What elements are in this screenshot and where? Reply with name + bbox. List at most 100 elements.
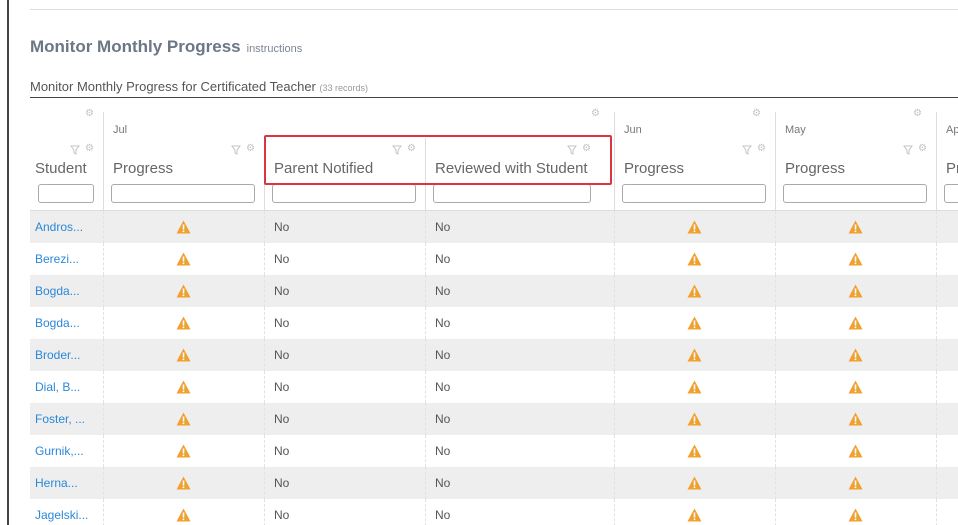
reviewed-with-student-cell[interactable]: No: [435, 499, 450, 525]
cell-separator: [936, 371, 937, 403]
table-row: Foster, ... No No: [30, 403, 958, 435]
column-settings-gear-icon[interactable]: ⚙: [918, 144, 927, 154]
filter-icon[interactable]: [70, 145, 80, 155]
parent-notified-cell[interactable]: No: [274, 339, 289, 371]
student-name-link[interactable]: Dial, B...: [35, 371, 80, 403]
filter-icon[interactable]: [231, 145, 241, 155]
warning-triangle-icon: [848, 380, 863, 394]
parent-notified-cell[interactable]: No: [274, 307, 289, 339]
table-row: Bogda... No No: [30, 275, 958, 307]
group-settings-gear-icon[interactable]: ⚙: [591, 109, 600, 119]
parent-notified-cell[interactable]: No: [274, 467, 289, 499]
student-name-link[interactable]: Bogda...: [35, 275, 80, 307]
warning-triangle-icon: [687, 348, 702, 362]
cell-separator: [936, 211, 937, 243]
cell-separator: [103, 499, 104, 525]
reviewed-with-student-cell[interactable]: No: [435, 371, 450, 403]
parent-notified-cell[interactable]: No: [274, 499, 289, 525]
warning-triangle-icon: [848, 412, 863, 426]
column-filter-input[interactable]: [272, 184, 416, 203]
parent-notified-cell[interactable]: No: [274, 403, 289, 435]
cell-separator: [936, 243, 937, 275]
record-count: (33 records): [319, 83, 369, 93]
warning-triangle-icon: [176, 380, 191, 394]
column-header-label[interactable]: Progress: [113, 160, 173, 177]
cell-separator: [425, 243, 426, 275]
instructions-link[interactable]: instructions: [247, 43, 303, 55]
parent-notified-cell[interactable]: No: [274, 211, 289, 243]
parent-notified-cell[interactable]: No: [274, 243, 289, 275]
month-group-label: Jun: [624, 124, 642, 136]
student-name-link[interactable]: Gurnik,...: [35, 435, 84, 467]
reviewed-with-student-cell[interactable]: No: [435, 435, 450, 467]
group-settings-gear-icon[interactable]: ⚙: [752, 109, 761, 119]
student-name-link[interactable]: Jagelski...: [35, 499, 88, 525]
column-separator: [103, 138, 104, 210]
page-title: Monitor Monthly Progress instructions: [30, 37, 302, 57]
filter-icon[interactable]: [742, 145, 752, 155]
group-settings-gear-icon[interactable]: ⚙: [85, 109, 94, 119]
table-row: Andros... No No: [30, 211, 958, 243]
column-header-label[interactable]: Student: [35, 160, 87, 177]
parent-notified-cell[interactable]: No: [274, 371, 289, 403]
cell-separator: [264, 467, 265, 499]
reviewed-with-student-cell[interactable]: No: [435, 467, 450, 499]
column-header-label[interactable]: Progress: [785, 160, 845, 177]
student-name-link[interactable]: Andros...: [35, 211, 83, 243]
parent-notified-cell[interactable]: No: [274, 435, 289, 467]
filter-icon[interactable]: [903, 145, 913, 155]
reviewed-with-student-cell[interactable]: No: [435, 307, 450, 339]
page-title-text: Monitor Monthly Progress: [30, 37, 241, 56]
column-settings-gear-icon[interactable]: ⚙: [246, 144, 255, 154]
warning-triangle-icon: [176, 412, 191, 426]
reviewed-with-student-cell[interactable]: No: [435, 339, 450, 371]
cell-separator: [103, 339, 104, 371]
column-filter-input[interactable]: [944, 184, 958, 203]
column-filter-input[interactable]: [111, 184, 255, 203]
table-row: Jagelski... No No: [30, 499, 958, 525]
warning-triangle-icon: [687, 476, 702, 490]
warning-triangle-icon: [176, 348, 191, 362]
column-filter-input[interactable]: [622, 184, 766, 203]
cell-separator: [425, 339, 426, 371]
cell-separator: [425, 307, 426, 339]
student-name-link[interactable]: Broder...: [35, 339, 80, 371]
column-header-label[interactable]: Pro: [946, 160, 958, 177]
warning-triangle-icon: [848, 508, 863, 522]
cell-separator: [103, 243, 104, 275]
warning-triangle-icon: [176, 220, 191, 234]
month-group-label: Apr: [946, 124, 958, 136]
column-filter-input[interactable]: [433, 184, 591, 203]
cell-separator: [103, 403, 104, 435]
month-group-label: Jul: [113, 124, 128, 136]
cell-separator: [425, 371, 426, 403]
warning-triangle-icon: [848, 252, 863, 266]
reviewed-with-student-cell[interactable]: No: [435, 211, 450, 243]
grid-title: Monitor Monthly Progress for Certificate…: [30, 79, 368, 94]
cell-separator: [936, 339, 937, 371]
cell-separator: [425, 275, 426, 307]
warning-triangle-icon: [687, 252, 702, 266]
column-separator: [775, 138, 776, 210]
column-filter-input[interactable]: [783, 184, 927, 203]
cell-separator: [425, 499, 426, 525]
reviewed-with-student-cell[interactable]: No: [435, 275, 450, 307]
warning-triangle-icon: [687, 220, 702, 234]
reviewed-with-student-cell[interactable]: No: [435, 403, 450, 435]
student-name-link[interactable]: Herna...: [35, 467, 78, 499]
cell-separator: [103, 435, 104, 467]
cell-separator: [936, 467, 937, 499]
column-settings-gear-icon[interactable]: ⚙: [757, 144, 766, 154]
column-header-label[interactable]: Progress: [624, 160, 684, 177]
student-name-link[interactable]: Berezi...: [35, 243, 79, 275]
column-filter-input[interactable]: [38, 184, 94, 203]
column-settings-gear-icon[interactable]: ⚙: [85, 144, 94, 154]
cell-separator: [936, 275, 937, 307]
reviewed-with-student-cell[interactable]: No: [435, 243, 450, 275]
parent-notified-cell[interactable]: No: [274, 275, 289, 307]
cell-separator: [775, 435, 776, 467]
student-name-link[interactable]: Foster, ...: [35, 403, 85, 435]
warning-triangle-icon: [176, 508, 191, 522]
student-name-link[interactable]: Bogda...: [35, 307, 80, 339]
group-settings-gear-icon[interactable]: ⚙: [913, 109, 922, 119]
